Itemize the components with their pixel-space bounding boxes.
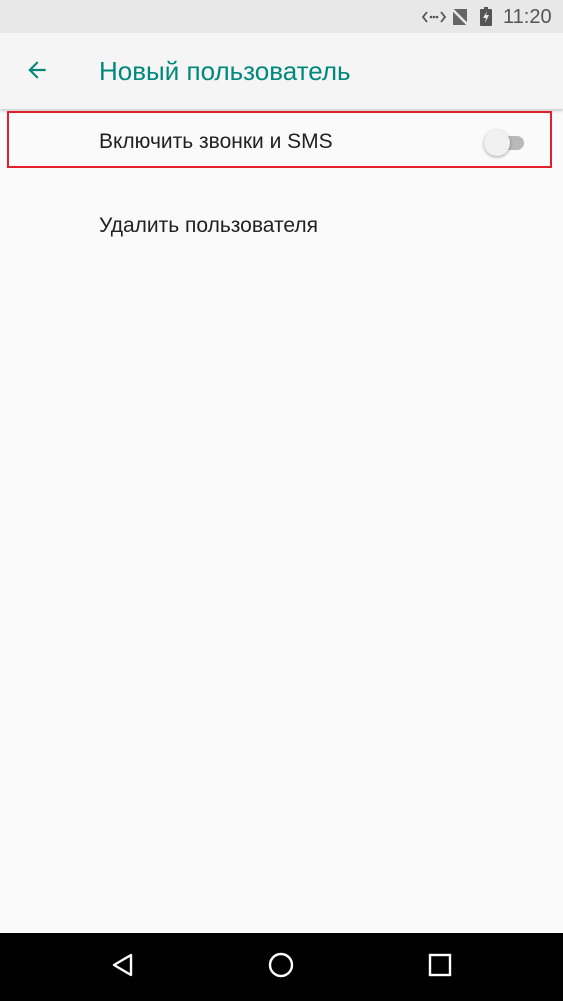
- nav-recents-icon: [428, 953, 452, 981]
- nav-recents-button[interactable]: [420, 947, 460, 987]
- nav-bar: [0, 933, 563, 1001]
- arrow-left-icon: [24, 57, 50, 87]
- delete-user-label: Удалить пользователя: [99, 214, 318, 237]
- nav-back-icon: [110, 952, 136, 982]
- toolbar: Новый пользователь: [0, 33, 563, 109]
- page-title: Новый пользователь: [99, 56, 351, 86]
- nav-home-icon: [267, 951, 295, 983]
- screen: 11:20 Новый пользователь Включить звонки…: [0, 0, 563, 1001]
- nav-back-button[interactable]: [103, 947, 143, 987]
- back-button[interactable]: [14, 49, 60, 95]
- nav-home-button[interactable]: [261, 947, 301, 987]
